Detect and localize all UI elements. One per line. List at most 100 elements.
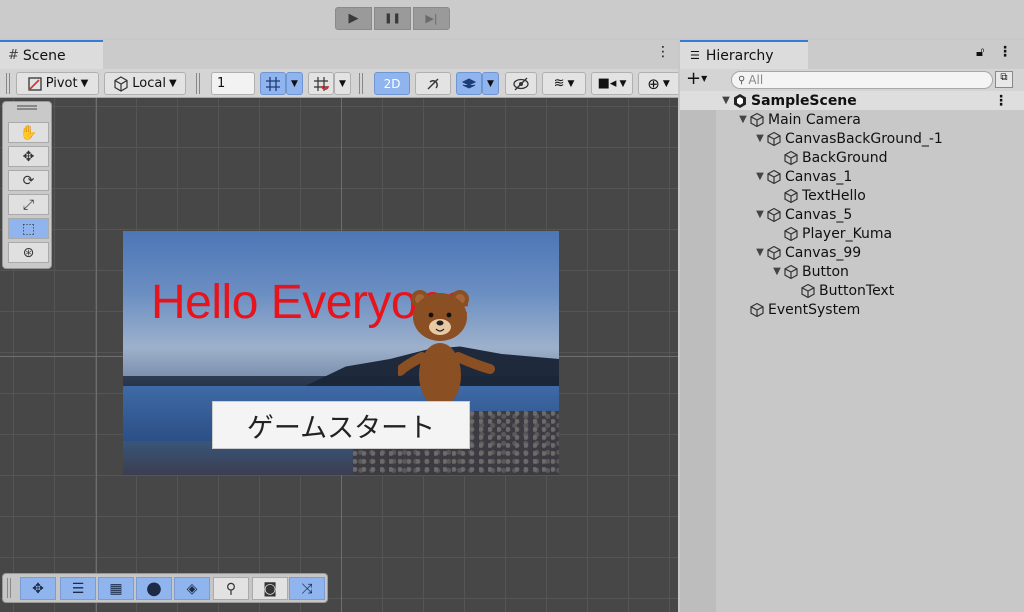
chevron-down-icon: ▼ (291, 78, 298, 89)
move-arrows-icon: ✥ (32, 580, 44, 597)
toolbar-separator (196, 73, 200, 94)
hierarchy-item[interactable]: Player_Kuma (680, 224, 1024, 243)
play-toolbar: ▶ ❚❚ ▶| (0, 0, 1024, 38)
hierarchy-scene-row[interactable]: ▼ SampleScene ⋮ (680, 91, 1024, 110)
expand-arrow-icon[interactable]: ▼ (737, 114, 749, 125)
gizmos-dropdown[interactable]: ⊕ ▼ (638, 72, 678, 95)
hierarchy-item-label: Canvas_5 (785, 206, 853, 223)
hierarchy-item[interactable]: ▼ Canvas_1 (680, 167, 1024, 186)
hierarchy-item[interactable]: ▼ Main Camera (680, 110, 1024, 129)
hierarchy-item-label: CanvasBackGround_-1 (785, 130, 943, 147)
start-game-button[interactable]: ゲームスタート (212, 401, 470, 449)
camera-overlay-button[interactable]: ◙ (252, 577, 288, 600)
add-label: + (686, 68, 702, 89)
hierarchy-rows: ▼ SampleScene ⋮ ▼ Main Camera ▼ CanvasBackGrou… (680, 91, 1024, 319)
sphere-overlay-button[interactable]: ● (136, 577, 172, 600)
expand-arrow-icon[interactable]: ▼ (754, 247, 766, 258)
hierarchy-item-label: Canvas_99 (785, 244, 862, 261)
hierarchy-item[interactable]: BackGround (680, 148, 1024, 167)
move-tool-button[interactable]: ✥ (8, 146, 49, 167)
expand-arrow-icon[interactable]: ▼ (771, 266, 783, 277)
search-overlay-button[interactable]: ⚲ (213, 577, 249, 600)
increment-snap-dropdown[interactable]: ▼ (334, 72, 351, 95)
hierarchy-item[interactable]: ▼ CanvasBackGround_-1 (680, 129, 1024, 148)
rotate-icon: ⟳ (22, 172, 35, 189)
grid-overlay-button[interactable]: ▦ (98, 577, 134, 600)
transform-icon: ⊛ (22, 244, 35, 261)
expand-arrow-icon[interactable]: ▼ (720, 95, 732, 106)
tool-palette: ✋ ✥ ⟳ ⤢ ⬚ ⊛ (2, 101, 52, 269)
increment-snap-button[interactable] (308, 72, 334, 95)
scene-visibility-button[interactable]: ⧉ (995, 71, 1013, 88)
hierarchy-item[interactable]: ▼ Canvas_99 (680, 243, 1024, 262)
effects-dropdown[interactable]: ▼ (482, 72, 499, 95)
chevron-down-icon: ▼ (567, 78, 575, 89)
lock-icon[interactable]: 🔓︎ (976, 45, 984, 60)
settings-overlay-button[interactable]: ☰ (60, 577, 96, 600)
drag-handle[interactable] (7, 578, 11, 598)
rect-tool-button[interactable]: ⬚ (8, 218, 49, 239)
tab-scene[interactable]: # Scene (0, 40, 103, 69)
gameobject-cube-icon (750, 302, 764, 317)
mode-2d-toggle[interactable]: 2D (374, 72, 410, 95)
gameobject-cube-icon (767, 169, 781, 184)
search-placeholder: All (748, 73, 764, 87)
grid-snap-button[interactable] (260, 72, 286, 95)
drag-handle[interactable] (17, 105, 37, 110)
step-button[interactable]: ▶| (413, 7, 450, 30)
scene-visibility-toggle[interactable] (505, 72, 537, 95)
chevron-down-icon: ▼ (169, 78, 177, 89)
chevron-down-icon: ▼ (662, 78, 670, 89)
scale-tool-button[interactable]: ⤢ (8, 194, 49, 215)
scene-menu-icon[interactable]: ⋮ (994, 93, 1008, 109)
transform-tool-button[interactable]: ⊛ (8, 242, 49, 263)
tab-hierarchy[interactable]: ☰ Hierarchy (680, 40, 808, 69)
pause-button[interactable]: ❚❚ (374, 7, 411, 30)
play-button[interactable]: ▶ (335, 7, 372, 30)
lighting-toggle[interactable] (415, 72, 451, 95)
shuffle-overlay-button[interactable]: ⤨ (289, 577, 325, 600)
hierarchy-item[interactable]: EventSystem (680, 300, 1024, 319)
scene-tab-label: Scene (22, 47, 66, 64)
grid-line (96, 98, 97, 612)
hand-tool-button[interactable]: ✋ (8, 122, 49, 143)
grid-size-input[interactable]: 1 (211, 72, 255, 95)
bear-character[interactable] (398, 287, 498, 407)
circle-icon: ● (146, 578, 162, 599)
layers-dropdown[interactable]: ≋ ▼ (542, 72, 586, 95)
gameobject-cube-icon (784, 264, 798, 279)
camera-dropdown[interactable]: ■◂ ▼ (591, 72, 633, 95)
hierarchy-search-input[interactable]: ⚲ All (731, 71, 993, 89)
gameobject-cube-icon (801, 283, 815, 298)
hierarchy-item[interactable]: ▼ Canvas_5 (680, 205, 1024, 224)
shuffle-icon: ⤨ (301, 580, 313, 597)
expand-arrow-icon[interactable]: ▼ (754, 171, 766, 182)
search-icon: ⚲ (738, 74, 746, 86)
hierarchy-item[interactable]: ButtonText (680, 281, 1024, 300)
hierarchy-item[interactable]: TextHello (680, 186, 1024, 205)
hierarchy-item-label: Player_Kuma (802, 225, 893, 242)
chevron-down-icon: ▼ (80, 78, 89, 89)
layers-icon: ≋ (553, 76, 565, 91)
move-overlay-button[interactable]: ✥ (20, 577, 56, 600)
effects-toggle[interactable] (456, 72, 482, 95)
pivot-dropdown[interactable]: Pivot ▼ (16, 72, 99, 95)
scene-menu-icon[interactable]: ⋮ (655, 44, 671, 64)
move-arrows-icon: ✥ (22, 148, 35, 165)
window-search-icon: ⧉ (1000, 72, 1008, 83)
hierarchy-menu-icon[interactable]: ⋮ (998, 44, 1012, 60)
rotate-tool-button[interactable]: ⟳ (8, 170, 49, 191)
scene-viewport[interactable]: Hello Everyone ゲームスタート ✋ ✥ ⟳ ⤢ ⬚ ⊛ ✥ ☰ ▦… (0, 98, 678, 612)
expand-arrow-icon[interactable]: ▼ (754, 209, 766, 220)
gizmo-icon: ⊕ (647, 74, 660, 93)
expand-arrow-icon[interactable]: ▼ (754, 133, 766, 144)
pivot-icon (28, 76, 42, 91)
grid-snap-dropdown[interactable]: ▼ (286, 72, 303, 95)
local-dropdown[interactable]: Local ▼ (104, 72, 186, 95)
layers-overlay-button[interactable]: ◈ (174, 577, 210, 600)
pivot-label: Pivot (45, 76, 78, 91)
chevron-down-icon: ▼ (701, 74, 708, 83)
hierarchy-item[interactable]: ▼ Button (680, 262, 1024, 281)
add-object-button[interactable]: +▼ (686, 70, 707, 88)
background-image[interactable]: Hello Everyone ゲームスタート (123, 231, 559, 475)
